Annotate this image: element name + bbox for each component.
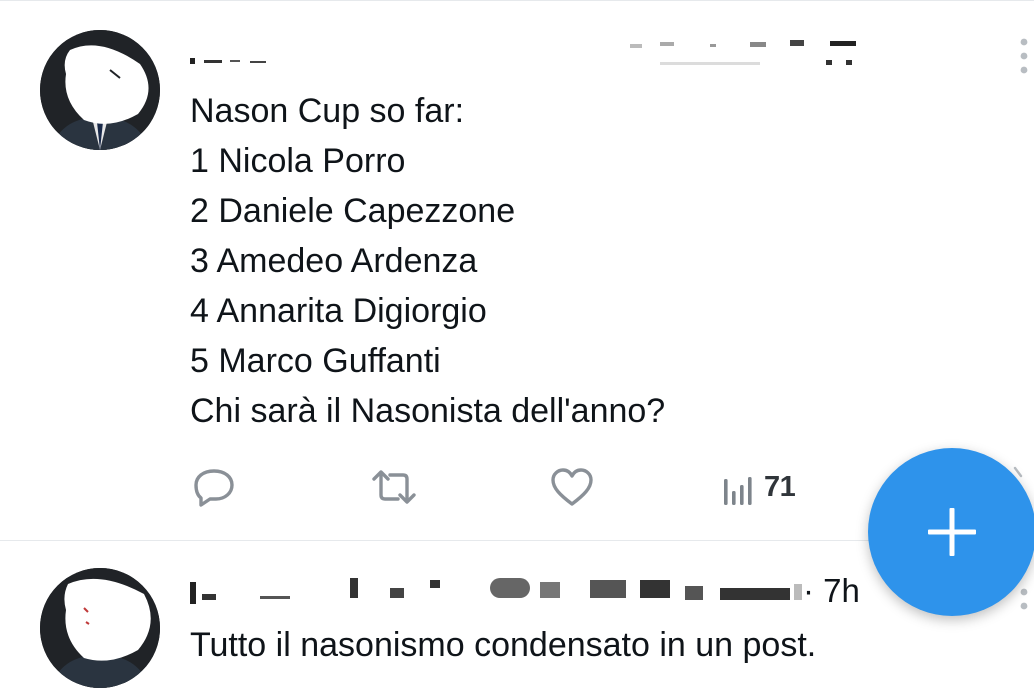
tweet-text-line: 5 Marco Guffanti bbox=[190, 342, 441, 380]
tweet-timestamp[interactable]: · 7h bbox=[803, 572, 860, 610]
tweet-action-bar: 71 bbox=[190, 462, 830, 512]
views-count: 71 bbox=[764, 470, 796, 503]
retweet-icon bbox=[372, 470, 416, 504]
avatar-image bbox=[40, 568, 160, 688]
tweet-text-line: 1 Nicola Porro bbox=[190, 142, 406, 180]
author-header-redacted bbox=[190, 40, 856, 65]
plus-icon bbox=[928, 508, 976, 556]
avatar-image bbox=[40, 30, 160, 150]
tweet-text: Nason Cup so far: 1 Nicola Porro 2 Danie… bbox=[190, 86, 890, 436]
reply-button[interactable] bbox=[192, 462, 236, 512]
tweet-text: Tutto il nasonismo condensato in un post… bbox=[190, 626, 817, 664]
reply-icon bbox=[194, 469, 234, 507]
retweet-button[interactable] bbox=[370, 462, 418, 512]
avatar[interactable] bbox=[40, 568, 160, 688]
tweet-text-line: 2 Daniele Capezzone bbox=[190, 192, 516, 230]
more-options-icon[interactable] bbox=[1019, 38, 1029, 74]
author-header-redacted bbox=[190, 578, 802, 604]
avatar[interactable] bbox=[40, 30, 160, 150]
compose-fab-button[interactable] bbox=[868, 448, 1034, 616]
tweet-text-line: 4 Annarita Digiorgio bbox=[190, 292, 487, 330]
like-button[interactable] bbox=[550, 462, 594, 512]
tweet-text-line: 3 Amedeo Ardenza bbox=[190, 242, 478, 280]
tweet-text-line: Chi sarà il Nasonista dell'anno? bbox=[190, 392, 666, 430]
views-button[interactable]: 71 bbox=[722, 462, 796, 512]
tweet-text-line: Nason Cup so far: bbox=[190, 92, 465, 130]
views-chart-icon bbox=[724, 477, 752, 505]
top-divider bbox=[0, 0, 1034, 1]
heart-icon bbox=[551, 468, 593, 506]
more-options-icon[interactable] bbox=[1019, 588, 1029, 624]
